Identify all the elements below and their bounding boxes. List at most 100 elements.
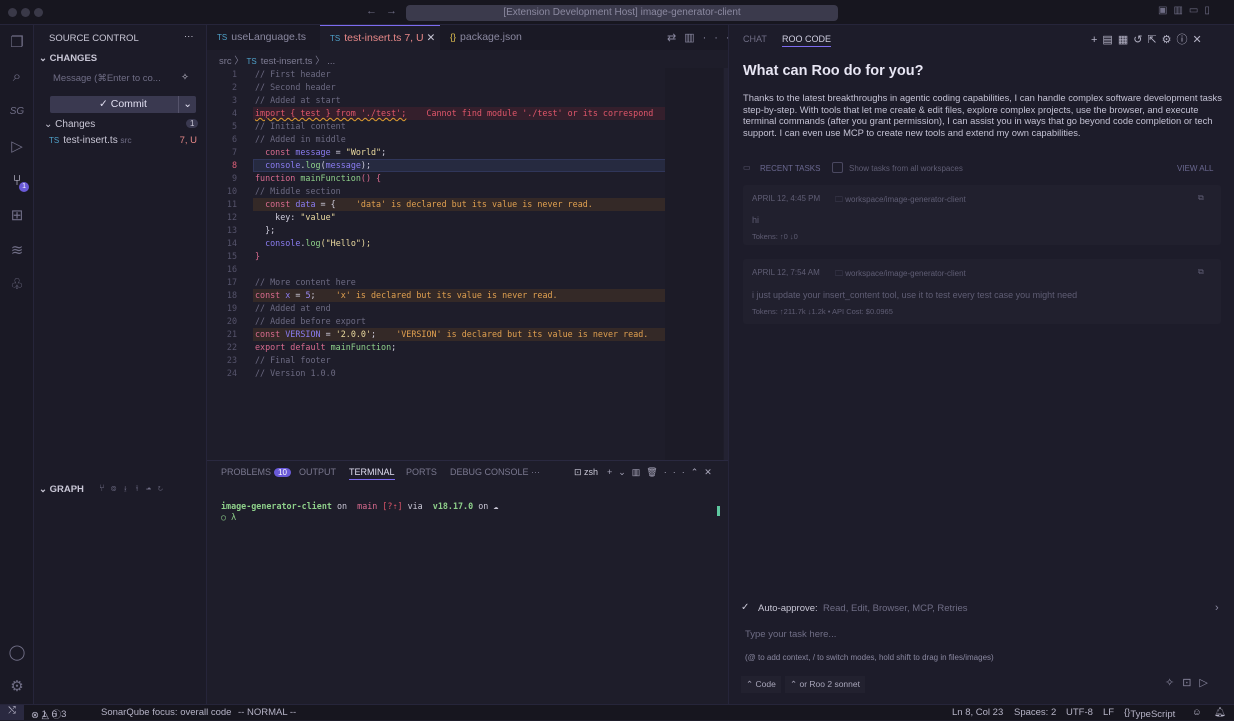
show-all-workspaces-checkbox[interactable] — [832, 162, 843, 173]
code-line[interactable]: 2 // Second header — [207, 81, 667, 94]
tab-roo-code[interactable]: ROO CODE — [782, 34, 832, 47]
tab-uselanguage[interactable]: TS useLanguage.ts — [207, 25, 320, 50]
account-icon[interactable]: ◯ — [8, 644, 26, 662]
tab-debug-console[interactable]: DEBUG CONSOLE — [450, 467, 529, 477]
code-line[interactable]: 6 // Added in middle — [207, 133, 667, 146]
graph-section-header[interactable]: ⌄ GRAPH — [39, 484, 84, 495]
command-center-search[interactable]: [Extension Development Host] image-gener… — [406, 5, 838, 21]
remote-icon[interactable]: ⤭ — [0, 705, 24, 720]
problems-status[interactable]: ⊗ 1 △ 6 ⓘ 3 — [31, 707, 66, 721]
minimize-window-button[interactable] — [21, 8, 30, 17]
line-content: const x = 5; 'x' is declared but its val… — [255, 289, 558, 302]
code-line[interactable]: 22 export default mainFunction; — [207, 341, 667, 354]
notifications-icon[interactable]: 🔔︎ — [1214, 707, 1226, 718]
code-line[interactable]: 17 // More content here — [207, 276, 667, 289]
changes-group[interactable]: ⌄ Changes — [44, 119, 95, 130]
code-token: console — [255, 160, 301, 170]
code-line[interactable]: 1 // First header — [207, 68, 667, 81]
forward-icon[interactable]: → — [386, 5, 397, 17]
copy-icon[interactable]: ⧉ — [1198, 193, 1204, 203]
code-line[interactable]: 23 // Final footer — [207, 354, 667, 367]
recent-task-card[interactable]: APRIL 12, 4:45 PM 🗀 workspace/image-gene… — [743, 185, 1221, 245]
back-icon[interactable]: ← — [366, 5, 377, 17]
graph-toolbar-icons[interactable]: ⑂◎⤓⤒☁↻ — [99, 483, 169, 494]
recent-task-card[interactable]: APRIL 12, 7:54 AM 🗀 workspace/image-gene… — [743, 259, 1221, 324]
tab-problems[interactable]: PROBLEMS 10 — [221, 467, 291, 477]
language-mode[interactable]: {} TypeScript — [1124, 707, 1175, 720]
changed-file-item[interactable]: TS test-insert.ts src 7, U — [49, 135, 199, 146]
code-line[interactable]: 8 console.log(message); — [207, 159, 667, 172]
close-window-button[interactable] — [8, 8, 17, 17]
tab-test-insert[interactable]: TS test-insert.ts 7, U ✕ — [320, 25, 440, 50]
code-line[interactable]: 9 function mainFunction() { — [207, 172, 667, 185]
code-line[interactable]: 19 // Added at end — [207, 302, 667, 315]
task-input[interactable]: Type your task here... — [745, 629, 836, 640]
tab-ports[interactable]: PORTS — [406, 467, 437, 477]
ai-generate-icon[interactable]: ✧ — [181, 72, 189, 83]
sonarqube-status[interactable]: SonarQube focus: overall code — [101, 707, 231, 718]
copilot-icon[interactable]: ☺ — [1192, 707, 1202, 718]
code-line[interactable]: 21 const VERSION = '2.0.0'; 'VERSION' is … — [207, 328, 667, 341]
sg-icon[interactable]: SG — [8, 103, 26, 121]
close-tab-icon[interactable]: ✕ — [427, 32, 436, 44]
settings-icon[interactable]: ⚙ — [8, 678, 26, 696]
tab-terminal[interactable]: TERMINAL — [349, 467, 395, 480]
run-debug-icon[interactable]: ▷ — [8, 138, 26, 156]
code-line[interactable]: 3 // Added at start — [207, 94, 667, 107]
code-line[interactable]: 12 key: "value" — [207, 211, 667, 224]
more-actions-icon[interactable]: ··· — [184, 31, 194, 42]
terminal-scrollbar[interactable] — [717, 506, 720, 516]
terminal-output[interactable]: image-generator-client on main [?⇡] via … — [221, 501, 498, 523]
code-line[interactable]: 5 // Initial content — [207, 120, 667, 133]
view-all-link[interactable]: VIEW ALL — [1177, 164, 1213, 173]
roo-toolbar-icons[interactable]: +▤▦↺⇱⚙ⓘ✕ — [1091, 31, 1207, 47]
files-icon[interactable]: ❐ — [8, 34, 26, 52]
search-icon[interactable]: ⌕ — [8, 68, 26, 86]
tab-output[interactable]: OUTPUT — [299, 467, 336, 477]
encoding[interactable]: UTF-8 — [1066, 707, 1093, 718]
auto-approve-value[interactable]: Read, Edit, Browser, MCP, Retries — [823, 603, 968, 614]
extensions-icon[interactable]: ⊞ — [8, 207, 26, 225]
changes-section-header[interactable]: ⌄ CHANGES — [39, 53, 97, 64]
commit-button[interactable]: ✓ Commit ⌄ — [50, 96, 196, 113]
model-selector[interactable]: ⌃ or Roo 2 sonnet — [785, 676, 865, 693]
auto-approve-check-icon[interactable]: ✓ — [741, 602, 749, 613]
code-line[interactable]: 20 // Added before export — [207, 315, 667, 328]
auto-approve-label[interactable]: Auto-approve: — [758, 603, 818, 614]
mode-selector[interactable]: ⌃ Code — [741, 676, 781, 693]
code-line[interactable]: 7 const message = "World"; — [207, 146, 667, 159]
code-line[interactable]: 11 const data = { 'data' is declared but… — [207, 198, 667, 211]
source-control-icon[interactable]: ⑂ 1 — [8, 172, 29, 192]
show-all-workspaces-label[interactable]: Show tasks from all workspaces — [849, 164, 963, 173]
code-line[interactable]: 16 — [207, 263, 667, 276]
code-editor[interactable]: 1 // First header 2 // Second header 3 // Add… — [207, 68, 667, 380]
expand-chevron-icon[interactable]: › — [1215, 602, 1219, 614]
terminal-shell-selector[interactable]: ⊡ zsh — [574, 467, 598, 478]
code-line[interactable]: 10 // Middle section — [207, 185, 667, 198]
roo-icon[interactable]: ≋ — [8, 242, 26, 260]
maximize-window-button[interactable] — [34, 8, 43, 17]
tab-package-json[interactable]: {} package.json — [440, 25, 545, 50]
cursor-position[interactable]: Ln 8, Col 23 — [952, 707, 1003, 718]
more-tabs-icon[interactable]: ··· — [531, 467, 540, 477]
eol[interactable]: LF — [1103, 707, 1114, 718]
terminal-actions-icons[interactable]: +⌄▥🗑···⌃✕ — [607, 467, 718, 478]
code-line[interactable]: 15} — [207, 250, 667, 263]
breadcrumb-file[interactable]: test-insert.ts — [261, 56, 313, 67]
code-line[interactable]: 13 }; — [207, 224, 667, 237]
layout-toggle-icons[interactable]: ▣▥▭▯ — [1158, 5, 1216, 16]
commit-dropdown-icon[interactable]: ⌄ — [178, 96, 192, 113]
code-line[interactable]: 24 // Version 1.0.0 — [207, 367, 667, 380]
input-actions-icons[interactable]: ✧⊡▷ — [1165, 676, 1216, 689]
tab-chat[interactable]: CHAT — [743, 34, 767, 44]
breadcrumb-folder[interactable]: src — [219, 56, 232, 67]
code-line[interactable]: 14 console.log("Hello"); — [207, 237, 667, 250]
copy-icon[interactable]: ⧉ — [1198, 267, 1204, 277]
commit-message-input[interactable]: Message (⌘Enter to co... — [53, 73, 161, 84]
code-line[interactable]: 4 import { test } from './test'; Cannot f… — [207, 107, 667, 120]
indentation[interactable]: Spaces: 2 — [1014, 707, 1056, 718]
code-line[interactable]: 18 const x = 5; 'x' is declared but its v… — [207, 289, 667, 302]
tree-icon[interactable]: ♧ — [8, 276, 26, 294]
breadcrumb-symbol[interactable]: ... — [327, 56, 335, 67]
minimap[interactable] — [665, 68, 723, 460]
